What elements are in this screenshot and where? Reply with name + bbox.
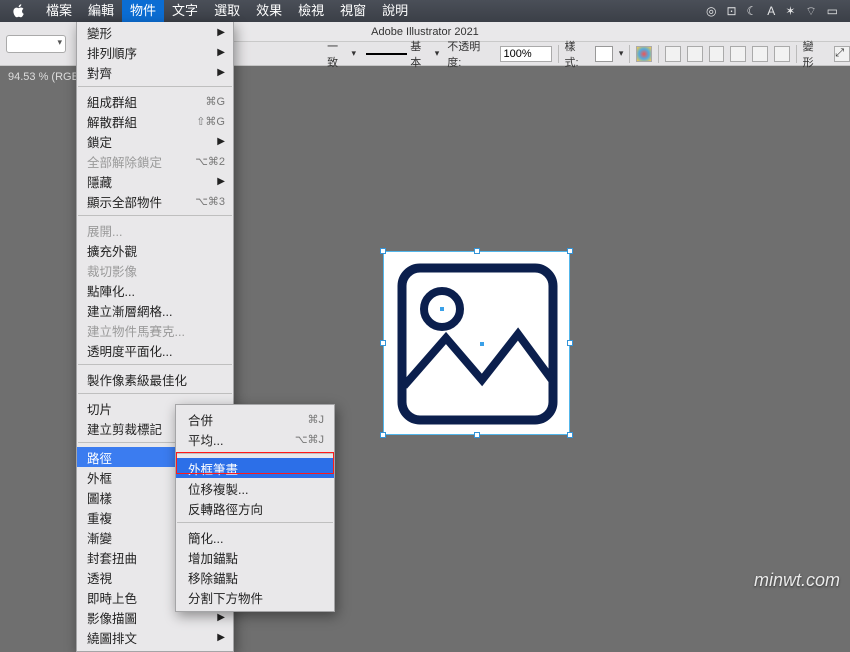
submenuitem-分割下方物件[interactable]: 分割下方物件: [176, 587, 334, 607]
menu-效果[interactable]: 效果: [248, 0, 290, 22]
align-center-button[interactable]: [687, 46, 703, 62]
line-icon: ◎: [706, 4, 716, 18]
stroke-style-label: 基本: [410, 38, 432, 70]
app-menu-items[interactable]: 檔案編輯物件文字選取效果檢視視窗說明: [38, 0, 416, 22]
screen-icon: ⊡: [726, 4, 736, 18]
bluetooth-icon: ✶: [785, 4, 795, 18]
submenuitem-位移複製...[interactable]: 位移複製...: [176, 478, 334, 498]
transform-button[interactable]: ⤢: [834, 46, 850, 62]
recolor-button[interactable]: [636, 46, 652, 62]
menuitem-變形[interactable]: 變形▶: [77, 22, 233, 42]
menu-說明[interactable]: 說明: [374, 0, 416, 22]
menu-物件[interactable]: 物件: [122, 0, 164, 22]
align-middle-button[interactable]: [752, 46, 768, 62]
menuitem-製作像素級最佳化[interactable]: 製作像素級最佳化: [77, 369, 233, 389]
menuitem-繞圖排文[interactable]: 繞圖排文▶: [77, 627, 233, 647]
battery-icon: ▭: [827, 4, 838, 18]
menu-編輯[interactable]: 編輯: [80, 0, 122, 22]
menuitem-擴充外觀[interactable]: 擴充外觀: [77, 240, 233, 260]
menuitem-對齊[interactable]: 對齊▶: [77, 62, 233, 82]
menu-文字[interactable]: 文字: [164, 0, 206, 22]
submenuitem-平均...[interactable]: 平均...⌥⌘J: [176, 429, 334, 449]
menu-檔案[interactable]: 檔案: [38, 0, 80, 22]
graphic-style-swatch[interactable]: [595, 46, 613, 62]
menu-視窗[interactable]: 視窗: [332, 0, 374, 22]
submenuitem-合併[interactable]: 合併⌘J: [176, 409, 334, 429]
menu-檢視[interactable]: 檢視: [290, 0, 332, 22]
menuitem-組成群組[interactable]: 組成群組⌘G: [77, 91, 233, 111]
stroke-line-icon: [366, 53, 407, 55]
align-right-button[interactable]: [709, 46, 725, 62]
menu-選取[interactable]: 選取: [206, 0, 248, 22]
opacity-label: 不透明度:: [447, 38, 493, 70]
menuitem-排列順序[interactable]: 排列順序▶: [77, 42, 233, 62]
control-bar-left: [0, 22, 88, 66]
opacity-input[interactable]: [500, 46, 552, 62]
wifi-icon: ⌔: [805, 4, 816, 19]
submenuitem-增加錨點[interactable]: 增加錨點: [176, 547, 334, 567]
menuitem-建立物件馬賽克...: 建立物件馬賽克...: [77, 320, 233, 340]
align-top-button[interactable]: [730, 46, 746, 62]
artboard[interactable]: [383, 251, 570, 435]
path-submenu: 合併⌘J平均...⌥⌘J 外框筆畫位移複製...反轉路徑方向簡化...增加錨點移除…: [175, 404, 335, 612]
system-status-icons: ◎ ⊡ ☾ A ✶ ⌔ ▭: [706, 4, 838, 19]
input-icon: A: [767, 4, 775, 18]
align-left-button[interactable]: [665, 46, 681, 62]
uniform-label: 一致: [327, 38, 348, 70]
submenuitem-簡化...[interactable]: 簡化...: [176, 527, 334, 547]
menuitem-全部解除鎖定: 全部解除鎖定⌥⌘2: [77, 151, 233, 171]
apple-logo-icon: [12, 4, 26, 18]
submenuitem-外框筆畫[interactable]: 外框筆畫: [176, 458, 334, 478]
menuitem-點陣化...[interactable]: 點陣化...: [77, 280, 233, 300]
transform-label: 變形: [803, 38, 825, 70]
watermark: minwt.com: [754, 570, 840, 591]
align-bottom-button[interactable]: [774, 46, 790, 62]
menuitem-裁切影像: 裁切影像: [77, 260, 233, 280]
menuitem-顯示全部物件[interactable]: 顯示全部物件⌥⌘3: [77, 191, 233, 211]
submenuitem-移除錨點[interactable]: 移除錨點: [176, 567, 334, 587]
menuitem-解散群組[interactable]: 解散群組⇧⌘G: [77, 111, 233, 131]
menuitem-建立漸層網格...[interactable]: 建立漸層網格...: [77, 300, 233, 320]
menuitem-隱藏[interactable]: 隱藏▶: [77, 171, 233, 191]
moon-icon: ☾: [747, 4, 758, 18]
menuitem-透明度平面化...[interactable]: 透明度平面化...: [77, 340, 233, 360]
app-title: Adobe Illustrator 2021: [371, 26, 479, 38]
menuitem-鎖定[interactable]: 鎖定▶: [77, 131, 233, 151]
menuitem-展開...: 展開...: [77, 220, 233, 240]
system-menubar: 檔案編輯物件文字選取效果檢視視窗說明 ◎ ⊡ ☾ A ✶ ⌔ ▭: [0, 0, 850, 22]
submenuitem-反轉路徑方向[interactable]: 反轉路徑方向: [176, 498, 334, 518]
selection-dropdown[interactable]: [6, 35, 66, 53]
style-label: 樣式:: [565, 38, 590, 70]
